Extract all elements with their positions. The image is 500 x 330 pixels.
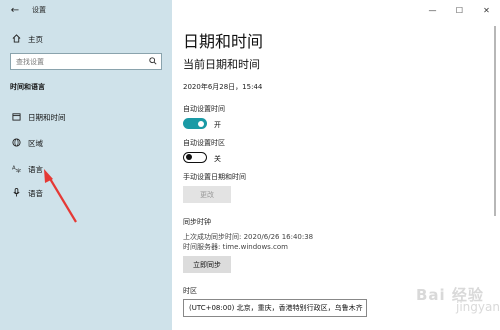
minimize-button[interactable]: — (419, 0, 446, 20)
window-controls: — ☐ ✕ (419, 0, 500, 20)
timezone-select[interactable]: (UTC+08:00) 北京，重庆，香港特别行政区，乌鲁木齐 (183, 299, 367, 317)
toggle-knob (198, 120, 204, 127)
annotation-arrow-icon (44, 169, 77, 223)
auto-timezone-toggle[interactable] (183, 152, 207, 163)
auto-time-label: 自动设置时间 (183, 105, 225, 113)
sync-now-button[interactable]: 立即同步 (183, 256, 231, 273)
close-button[interactable]: ✕ (473, 0, 500, 20)
last-sync-text: 上次成功同步时间: 2020/6/26 16:40:38 (183, 233, 314, 241)
sidebar: ← 设置 主页 查找设置 时间和语言 日期和时间 区域 A 字 语言 语音 (0, 0, 172, 330)
auto-timezone-label: 自动设置时区 (183, 139, 225, 147)
auto-time-state: 开 (214, 121, 221, 129)
maximize-button[interactable]: ☐ (446, 0, 473, 20)
sync-heading: 同步时钟 (183, 218, 211, 226)
change-button[interactable]: 更改 (183, 186, 231, 203)
watermark-sub: jingyan (456, 300, 500, 314)
scrollbar[interactable] (494, 26, 496, 216)
main-content: — ☐ ✕ 日期和时间 当前日期和时间 2020年6月28日，15:44 自动设… (172, 0, 500, 330)
page-title: 日期和时间 (183, 32, 264, 51)
time-server-text: 时间服务器: time.windows.com (183, 243, 289, 251)
timezone-label: 时区 (183, 287, 197, 295)
manual-datetime-label: 手动设置日期和时间 (183, 173, 246, 181)
current-datetime-heading: 当前日期和时间 (183, 58, 260, 71)
settings-window: ← 设置 主页 查找设置 时间和语言 日期和时间 区域 A 字 语言 语音 — … (0, 0, 500, 330)
auto-timezone-state: 关 (214, 155, 221, 163)
toggle-knob (186, 154, 192, 160)
current-datetime-value: 2020年6月28日，15:44 (183, 83, 263, 91)
auto-time-toggle[interactable] (183, 118, 207, 129)
